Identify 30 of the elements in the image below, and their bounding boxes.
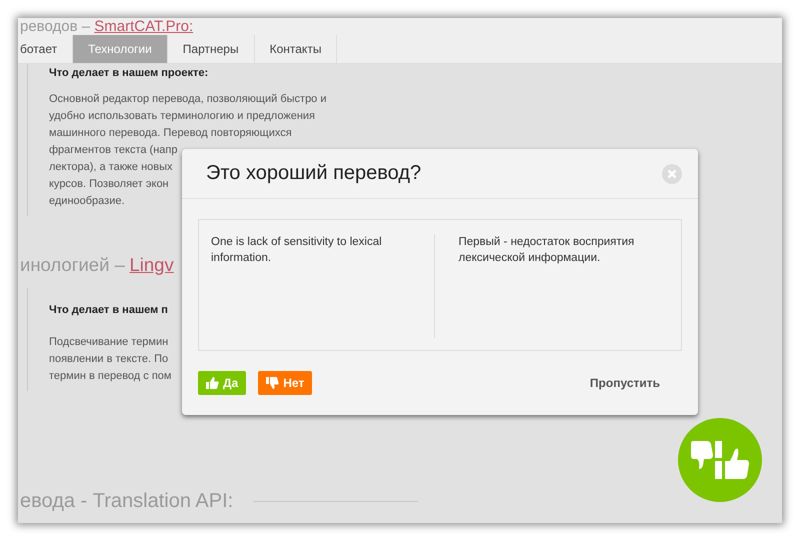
thumbs-down-icon xyxy=(266,377,280,389)
translated-text: Первый - недостаток восприятия лексической информации. xyxy=(434,234,681,338)
nav-tab[interactable]: Партнеры xyxy=(168,35,255,63)
paragraph-line: удобно использовать терминологию и предложения xyxy=(49,109,315,124)
page-heading: реводов – SmartCAT.Pro: xyxy=(19,18,194,35)
close-icon[interactable] xyxy=(662,164,682,184)
thumbs-up-icon xyxy=(206,377,219,389)
source-text: One is lack of sensitivity to lexical information. xyxy=(210,235,383,266)
paragraph-line: лектора), а также новых xyxy=(49,160,173,175)
heading-link[interactable]: SmartCAT.Pro: xyxy=(94,18,194,35)
thumbs-icon xyxy=(691,441,749,479)
dialog-title: Это хороший перевод? xyxy=(206,162,422,185)
paragraph-line: фрагментов текста (напр xyxy=(49,143,178,158)
nav-tab[interactable]: Контакты xyxy=(254,35,338,63)
skip-button[interactable]: Пропустить xyxy=(590,376,660,390)
paragraph-line: Основной редактор перевода, позволяющий быстро и xyxy=(49,92,327,107)
block-title: Что делает в нашем проекте: xyxy=(49,67,208,79)
yes-button[interactable]: Да xyxy=(198,371,246,395)
paragraph-line: Подсвечивание термин xyxy=(49,335,168,350)
paragraph-line: машинного перевода. Перевод повторяющихся xyxy=(49,126,292,141)
paragraph-line: термин в перевод с пом xyxy=(49,369,172,384)
nav-tab[interactable]: Технологии xyxy=(73,35,168,63)
section-heading: евода - Translation API: xyxy=(20,488,418,514)
no-button[interactable]: Нет xyxy=(258,371,312,395)
paragraph-line: единообразие. xyxy=(49,194,125,209)
paragraph-line: появлении в тексте. По xyxy=(49,352,168,367)
section-heading: инологией – Lingv xyxy=(20,252,174,278)
block-title: Что делает в нашем п xyxy=(49,304,168,316)
paragraph-line: курсов. Позволяет экон xyxy=(49,177,169,192)
heading-link[interactable]: Lingv xyxy=(129,252,174,278)
